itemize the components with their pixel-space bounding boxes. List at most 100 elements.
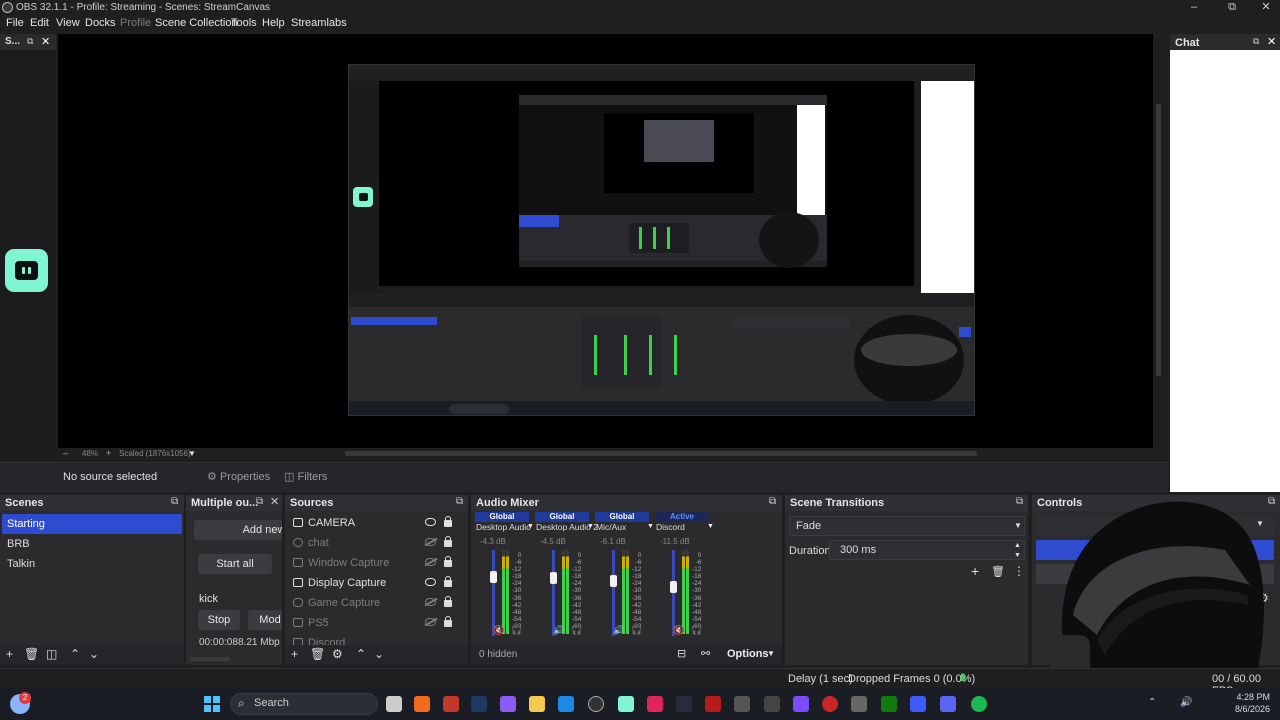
menu-file[interactable]: File [6, 17, 24, 29]
app-icon[interactable] [910, 696, 926, 712]
app-icon[interactable] [443, 696, 459, 712]
float-icon[interactable]: ⧉ [27, 36, 33, 47]
transition-select[interactable]: Fade ▼ [789, 516, 1025, 536]
visibility-off-icon[interactable] [425, 538, 436, 546]
horizontal-scrollbar[interactable] [190, 657, 230, 661]
trash-icon[interactable]: 🗑 [24, 647, 39, 661]
float-icon[interactable]: ⧉ [1016, 496, 1023, 507]
app-icon[interactable] [647, 696, 663, 712]
brave-icon[interactable] [414, 696, 430, 712]
close-icon[interactable]: ✕ [41, 35, 50, 48]
add-icon[interactable]: + [6, 647, 13, 661]
link-icon[interactable]: ⚯ [701, 647, 710, 660]
obs-taskbar-icon[interactable] [588, 696, 604, 712]
chevron-down-icon[interactable]: ▼ [767, 649, 775, 658]
chevron-down-icon[interactable]: ▼ [707, 523, 714, 530]
menu-streamlabs[interactable]: Streamlabs [291, 17, 347, 29]
preview-horizontal-scrollbar[interactable] [345, 451, 977, 456]
volume-fader-track[interactable] [612, 550, 615, 636]
close-icon[interactable]: ✕ [1267, 35, 1276, 48]
discord-icon[interactable] [940, 696, 956, 712]
float-icon[interactable]: ⧉ [456, 496, 463, 507]
properties-button[interactable]: ⚙ Properties [199, 467, 278, 487]
lock-icon[interactable] [444, 596, 452, 607]
clock-date[interactable]: 8/6/2026 [1226, 704, 1270, 714]
volume-fader-knob[interactable] [670, 581, 677, 594]
volume-fader-knob[interactable] [610, 575, 617, 588]
source-item[interactable]: Window Capture [289, 553, 457, 573]
app-icon[interactable] [851, 696, 867, 712]
collapsed-scenes-dock[interactable]: S... ⧉ ✕ [0, 34, 56, 50]
trash-icon[interactable]: 🗑 [991, 565, 1005, 578]
visibility-eye-icon[interactable] [425, 578, 436, 586]
source-item[interactable]: Display Capture [289, 573, 457, 593]
source-item[interactable]: Game Capture [289, 593, 457, 613]
headphones-icon[interactable]: 🎧 [631, 625, 642, 636]
volume-fader-track[interactable] [552, 550, 555, 636]
lock-icon[interactable] [444, 556, 452, 567]
headphones-icon[interactable]: 🎧 [691, 625, 702, 636]
modify-button[interactable]: Mod [248, 610, 282, 630]
source-item[interactable]: Discord [289, 633, 457, 645]
minimize-button[interactable]: – [1180, 0, 1208, 16]
channel-mode-badge[interactable]: Active [655, 512, 709, 522]
app-icon[interactable] [822, 696, 838, 712]
tray-chevron-icon[interactable]: ⌃ [1148, 697, 1156, 708]
source-item[interactable]: PS5 [289, 613, 457, 633]
zoom-out-button[interactable]: – [63, 448, 68, 458]
stop-button[interactable]: Stop [198, 610, 240, 630]
scene-item[interactable]: Talkin [2, 554, 182, 574]
float-icon[interactable]: ⧉ [171, 496, 178, 507]
layout-icon[interactable]: ⊟ [677, 647, 686, 660]
muted-speaker-icon[interactable]: 🔇 [493, 625, 504, 636]
options-button[interactable]: Options [727, 648, 769, 660]
start-all-button[interactable]: Start all [198, 554, 272, 574]
move-up-icon[interactable]: ⌃ [356, 647, 366, 661]
muted-speaker-icon[interactable]: 🔇 [673, 625, 684, 636]
app-icon[interactable] [764, 696, 780, 712]
lock-icon[interactable] [444, 536, 452, 547]
visibility-off-icon[interactable] [425, 618, 436, 626]
menu-scene-collection[interactable]: Scene Collection [155, 17, 238, 29]
lock-icon[interactable] [444, 516, 452, 527]
app-icon[interactable] [793, 696, 809, 712]
channel-mode-badge[interactable]: Global [535, 512, 589, 522]
lock-icon[interactable] [444, 616, 452, 627]
visibility-off-icon[interactable] [425, 558, 436, 566]
speaker-icon[interactable]: 🔊 [553, 625, 564, 636]
copilot-icon[interactable] [500, 696, 516, 712]
volume-icon[interactable]: 🔊 [1180, 697, 1192, 708]
menu-profile[interactable]: Profile [120, 17, 151, 29]
visibility-eye-icon[interactable] [425, 518, 436, 526]
trash-icon[interactable]: 🗑 [310, 647, 325, 661]
float-icon[interactable]: ⧉ [769, 496, 776, 507]
clock-time[interactable]: 4:28 PM [1226, 692, 1270, 702]
headphones-icon[interactable]: 🎧 [571, 625, 582, 636]
menu-docks[interactable]: Docks [85, 17, 116, 29]
duration-input[interactable]: 300 ms ▲ ▼ [829, 540, 1025, 560]
lock-icon[interactable] [444, 576, 452, 587]
chat-browser-panel[interactable] [1170, 50, 1280, 492]
chevron-down-icon[interactable]: ▼ [647, 523, 654, 530]
float-icon[interactable]: ⧉ [1253, 36, 1259, 47]
add-icon[interactable]: + [291, 647, 298, 661]
channel-mode-badge[interactable]: Global [595, 512, 649, 522]
task-view-icon[interactable] [386, 696, 402, 712]
volume-fader-track[interactable] [492, 550, 495, 636]
scene-item[interactable]: BRB [2, 534, 182, 554]
visibility-off-icon[interactable] [425, 598, 436, 606]
move-up-icon[interactable]: ⌃ [70, 647, 80, 661]
windows-start-icon[interactable] [204, 696, 220, 712]
zoom-in-button[interactable]: + [106, 448, 111, 458]
more-icon[interactable]: ⋮ [1013, 564, 1025, 578]
filter-icon[interactable]: ◫ [46, 647, 57, 661]
xbox-icon[interactable] [881, 696, 897, 712]
voicemeeter-icon[interactable] [705, 696, 721, 712]
filters-button[interactable]: ◫ Filters [276, 467, 335, 487]
app-icon[interactable] [734, 696, 750, 712]
streamlabs-taskbar-icon[interactable] [618, 696, 634, 712]
volume-fader-knob[interactable] [490, 570, 497, 583]
spotify-icon[interactable] [971, 696, 987, 712]
file-explorer-icon[interactable] [529, 696, 545, 712]
gear-icon[interactable]: ⚙ [332, 647, 343, 661]
